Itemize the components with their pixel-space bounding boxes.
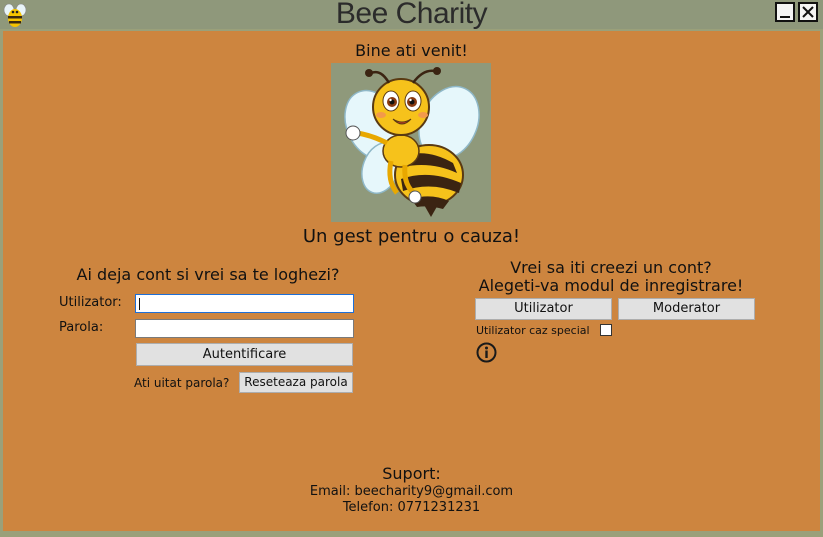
title-bar: Bee Charity xyxy=(0,0,823,30)
info-icon[interactable] xyxy=(476,342,497,363)
window-bottom-edge xyxy=(0,531,823,537)
login-heading: Ai deja cont si vrei sa te loghezi? xyxy=(76,265,340,284)
text-caret xyxy=(139,298,140,310)
minimize-icon xyxy=(780,16,790,18)
main-panel: Bine ati venit! Un gest pentru o cauza! … xyxy=(3,31,820,531)
register-user-button[interactable]: Utilizator xyxy=(475,298,612,320)
close-icon xyxy=(802,6,814,18)
register-moderator-button[interactable]: Moderator xyxy=(618,298,755,320)
close-button[interactable] xyxy=(798,2,818,22)
welcome-text: Bine ati venit! xyxy=(355,41,468,60)
register-heading-line2: Alegeti-va modul de inregistrare! xyxy=(478,276,744,295)
password-input[interactable] xyxy=(135,319,354,338)
bee-illustration xyxy=(344,67,480,217)
window-title: Bee Charity xyxy=(335,0,488,30)
special-user-checkbox[interactable] xyxy=(600,324,612,336)
minimize-button[interactable] xyxy=(775,2,795,22)
password-label: Parola: xyxy=(59,320,104,335)
support-phone: Telefon: 0771231231 xyxy=(342,500,481,515)
special-user-label: Utilizator caz special xyxy=(476,324,590,337)
support-email: Email: beecharity9@gmail.com xyxy=(309,484,514,499)
bee-mascot-image xyxy=(331,63,491,222)
register-heading-line1: Vrei sa iti creezi un cont? xyxy=(510,258,712,277)
slogan-text: Un gest pentru o cauza! xyxy=(302,226,521,247)
forgot-password-text: Ati uitat parola? xyxy=(134,376,230,390)
username-label: Utilizator: xyxy=(59,295,122,310)
login-button[interactable]: Autentificare xyxy=(136,343,353,366)
register-heading: Vrei sa iti creezi un cont? Alegeti-va m… xyxy=(456,259,766,295)
reset-password-button[interactable]: Reseteaza parola xyxy=(239,372,353,393)
username-input[interactable] xyxy=(135,294,354,313)
support-title: Suport: xyxy=(382,464,441,483)
